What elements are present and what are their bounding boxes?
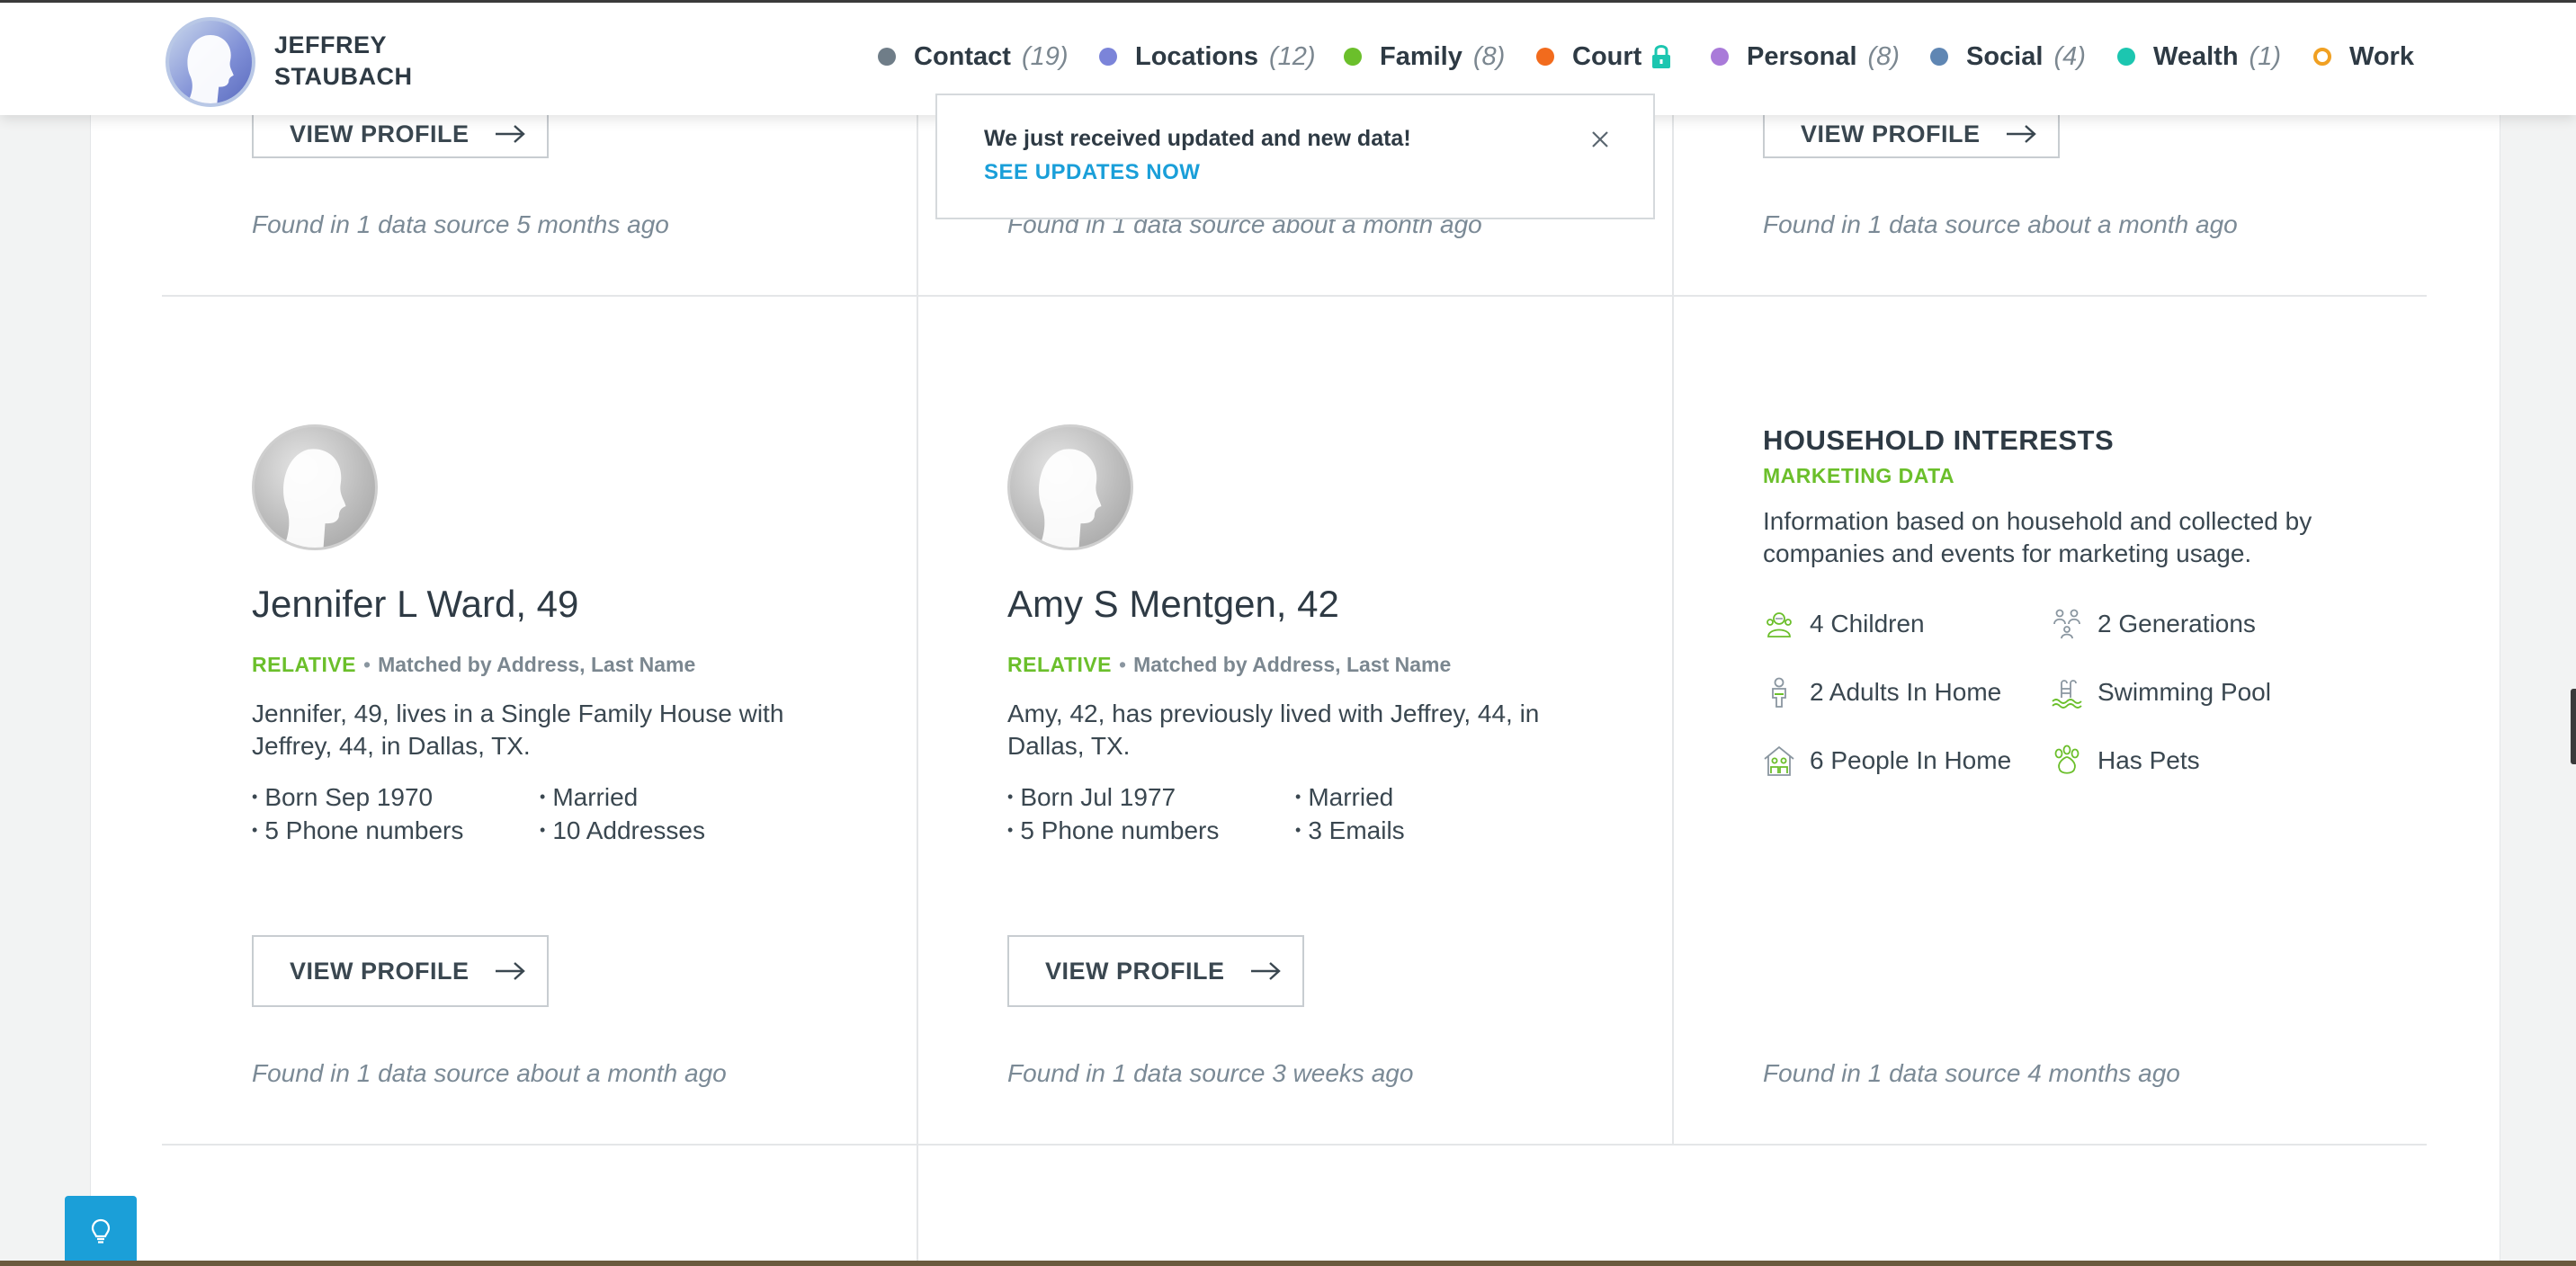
relation-line: RELATIVE • Matched by Address, Last Name — [252, 653, 696, 676]
subject-name: JEFFREY STAUBACH — [274, 31, 413, 90]
found-in-source: Found in 1 data source 3 weeks ago — [1007, 1059, 1414, 1087]
fact-list: Born Sep 1970 Married 5 Phone numbers 10… — [252, 780, 792, 852]
adult-icon — [1772, 677, 1786, 708]
scroll-handle[interactable] — [2571, 689, 2576, 764]
column-divider — [917, 0, 918, 1266]
fact-list: Born Jul 1977 Married 5 Phone numbers 3 … — [1007, 780, 1547, 852]
arrow-right-icon — [2006, 125, 2036, 143]
fact-item: 5 Phone numbers — [1007, 814, 1219, 849]
arrow-right-icon — [495, 125, 525, 143]
fact-item: 3 Emails — [1295, 814, 1404, 849]
lightbulb-icon — [91, 1218, 111, 1244]
view-profile-button[interactable]: VIEW PROFILE — [1007, 935, 1304, 1007]
relation-line: RELATIVE • Matched by Address, Last Name — [1007, 653, 1452, 676]
nav-item-contact[interactable]: Contact (19) — [878, 39, 1069, 75]
household-subtitle: MARKETING DATA — [1763, 464, 1955, 487]
household-item: 2 Generations — [2051, 608, 2256, 640]
relation-tag: RELATIVE — [252, 653, 357, 676]
close-icon[interactable] — [1588, 128, 1612, 151]
household-title: HOUSEHOLD INTERESTS — [1763, 424, 2115, 456]
view-profile-button[interactable]: VIEW PROFILE — [252, 935, 549, 1007]
nav-item-family[interactable]: Family (8) — [1344, 39, 1505, 75]
contact-dot-icon — [878, 48, 896, 66]
match-criteria: Matched by Address, Last Name — [1133, 653, 1452, 676]
fact-item: Born Sep 1970 — [252, 780, 433, 816]
match-criteria: Matched by Address, Last Name — [378, 653, 696, 676]
see-updates-link[interactable]: SEE UPDATES NOW — [984, 160, 1200, 185]
nav-item-work[interactable]: Work — [2313, 39, 2414, 75]
fact-item: Married — [540, 780, 638, 816]
pool-icon — [2052, 680, 2082, 709]
avatar — [252, 424, 378, 550]
fact-item: 10 Addresses — [540, 814, 705, 849]
avatar — [1007, 424, 1133, 550]
wealth-dot-icon — [2117, 48, 2135, 66]
household-item: 6 People In Home — [1763, 744, 2011, 777]
nav-item-wealth[interactable]: Wealth (1) — [2117, 39, 2281, 75]
lock-icon — [1652, 45, 1671, 68]
household-description: Information based on household and colle… — [1763, 507, 2312, 567]
row-divider — [162, 295, 2427, 297]
row-divider — [162, 1144, 2427, 1146]
notification-message: We just received updated and new data! — [984, 126, 1411, 151]
person-name[interactable]: Jennifer L Ward, 49 — [252, 583, 578, 626]
found-in-source: Found in 1 data source 5 months ago — [252, 210, 669, 238]
paw-icon — [2054, 744, 2080, 774]
court-dot-icon — [1536, 48, 1554, 66]
household-item: Swimming Pool — [2051, 676, 2271, 709]
fact-item: Married — [1295, 780, 1393, 816]
person-description: Jennifer, 49, lives in a Single Family H… — [252, 700, 784, 760]
found-in-source: Found in 1 data source about a month ago — [252, 1059, 727, 1087]
fact-item: Born Jul 1977 — [1007, 780, 1176, 816]
generations-icon — [2053, 609, 2080, 639]
view-profile-button[interactable]: VIEW PROFILE — [252, 111, 549, 158]
column-divider — [1672, 0, 1674, 1146]
social-dot-icon — [1930, 48, 1948, 66]
nav-item-social[interactable]: Social (4) — [1930, 39, 2086, 75]
family-dot-icon — [1344, 48, 1362, 66]
view-profile-button[interactable]: VIEW PROFILE — [1763, 111, 2060, 158]
household-item: 2 Adults In Home — [1763, 676, 2001, 709]
children-icon — [1767, 612, 1792, 637]
nav-item-personal[interactable]: Personal (8) — [1711, 39, 1900, 75]
profile-avatar[interactable] — [165, 17, 255, 107]
home-people-icon — [1764, 745, 1794, 776]
nav-item-court[interactable]: Court — [1536, 39, 1672, 75]
locations-dot-icon — [1099, 48, 1117, 66]
arrow-right-icon — [495, 962, 525, 980]
person-name[interactable]: Amy S Mentgen, 42 — [1007, 583, 1339, 626]
person-description: Amy, 42, has previously lived with Jeffr… — [1007, 700, 1540, 760]
relation-tag: RELATIVE — [1007, 653, 1113, 676]
found-in-source: Found in 1 data source about a month ago — [1763, 210, 2238, 238]
work-ring-icon — [2313, 48, 2331, 66]
household-item: 4 Children — [1763, 608, 1925, 640]
window-edge — [0, 1261, 2576, 1266]
fact-item: 5 Phone numbers — [252, 814, 463, 849]
found-in-source: Found in 1 data source 4 months ago — [1763, 1059, 2180, 1087]
update-notification: We just received updated and new data! S… — [935, 94, 1655, 219]
household-item: Has Pets — [2051, 744, 2200, 777]
nav-item-locations[interactable]: Locations (12) — [1099, 39, 1316, 75]
personal-dot-icon — [1711, 48, 1729, 66]
help-tips-button[interactable] — [65, 1196, 137, 1266]
arrow-right-icon — [1250, 962, 1281, 980]
